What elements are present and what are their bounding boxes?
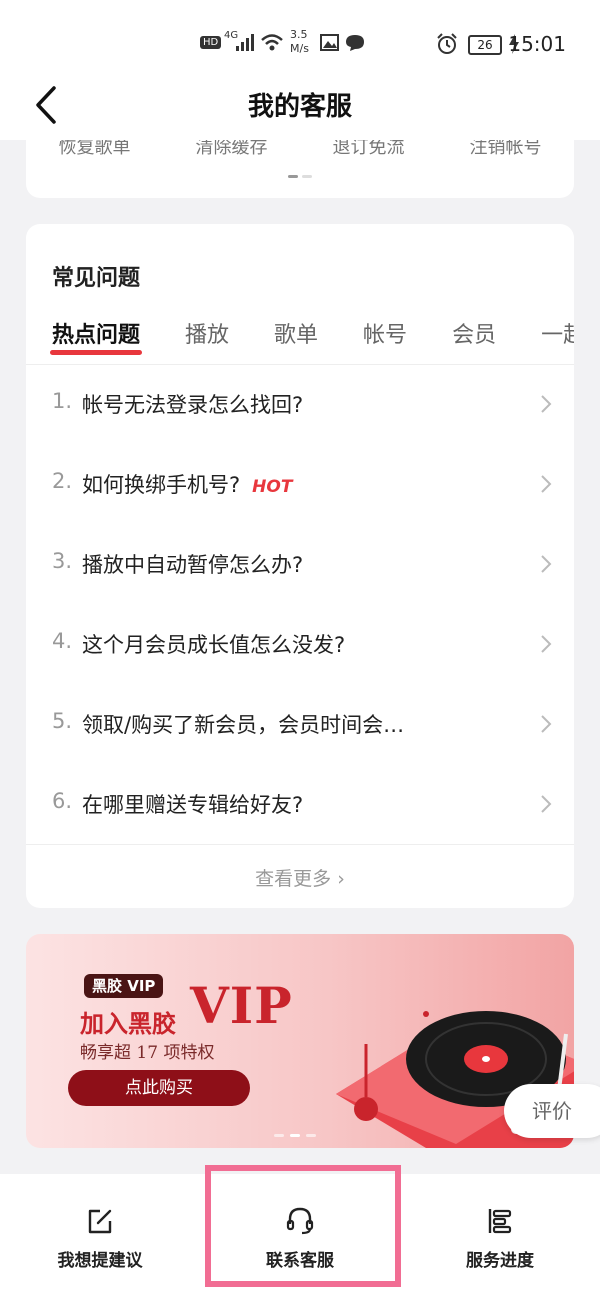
contact-service-button[interactable]: 联系客服 (200, 1174, 400, 1300)
question-number: 4. (52, 629, 73, 653)
question-item[interactable]: 6. 在哪里赠送专辑给好友? (26, 764, 574, 844)
suggestion-label: 我想提建议 (57, 1251, 143, 1271)
question-item[interactable]: 3. 播放中自动暂停怎么办? (26, 524, 574, 604)
banner-page-indicator (274, 1134, 316, 1137)
clock: 15:01 (508, 32, 566, 56)
question-text: 领取/购买了新会员，会员时间会… (82, 713, 405, 737)
service-progress-button[interactable]: 服务进度 (400, 1174, 600, 1300)
question-item[interactable]: 5. 领取/购买了新会员，会员时间会… (26, 684, 574, 764)
battery-indicator: 26 (468, 35, 502, 55)
page-dot (302, 175, 312, 178)
page-dot (290, 1134, 300, 1137)
question-list: 1. 帐号无法登录怎么找回? 2. 如何换绑手机号? HOT 3. 播放中自动暂停… (26, 364, 574, 844)
question-text: 在哪里赠送专辑给好友? (82, 793, 304, 817)
page-dot (306, 1134, 316, 1137)
net-speed: 3.5 M/s (290, 28, 309, 55)
view-more-link[interactable]: 查看更多 › (26, 864, 574, 891)
page-dot (274, 1134, 284, 1137)
tab-membership[interactable]: 会员 (452, 317, 496, 349)
vip-headline-big: VIP (190, 976, 293, 1035)
signal-icon (236, 34, 254, 51)
rate-button[interactable]: 评价 (504, 1084, 600, 1138)
nav-bar: 我的客服 (0, 80, 600, 140)
vip-banner[interactable]: 黑胶 VIP 加入黑胶 VIP 畅享超 17 项特权 点此购买 (26, 934, 574, 1148)
hd-indicator: HD (200, 36, 222, 49)
faq-tabs: 热点问题 播放 歌单 帐号 会员 一起 (49, 317, 574, 355)
chevron-right-icon (541, 635, 552, 653)
vip-headline: 加入黑胶 (80, 1009, 176, 1038)
wifi-icon (261, 34, 283, 51)
tab-playlist[interactable]: 歌单 (274, 317, 318, 349)
buy-button[interactable]: 点此购买 (68, 1070, 250, 1106)
alarm-icon (437, 33, 457, 54)
service-progress-label: 服务进度 (466, 1251, 534, 1271)
question-text: 这个月会员成长值怎么没发? (82, 633, 346, 657)
status-bar: HD 4G 3.5 M/s 26 15:01 (0, 0, 600, 80)
tab-together[interactable]: 一起 (541, 317, 574, 349)
question-number: 3. (52, 549, 73, 573)
edit-icon (88, 1209, 112, 1234)
page-title: 我的客服 (247, 92, 352, 122)
tab-account[interactable]: 帐号 (363, 317, 407, 349)
question-text-wrap: 如何换绑手机号? HOT (82, 469, 292, 499)
chevron-right-icon (541, 475, 552, 493)
question-number: 5. (52, 709, 73, 733)
page-dot (288, 175, 298, 178)
question-item[interactable]: 2. 如何换绑手机号? HOT (26, 444, 574, 524)
hot-badge: HOT (252, 477, 293, 497)
tab-playback[interactable]: 播放 (185, 317, 229, 349)
image-notification-icon (320, 34, 339, 51)
chevron-right-icon (541, 715, 552, 733)
question-item[interactable]: 4. 这个月会员成长值怎么没发? (26, 604, 574, 684)
vip-subtitle: 畅享超 17 项特权 (80, 1043, 215, 1063)
question-number: 6. (52, 789, 73, 813)
question-number: 1. (52, 389, 73, 413)
headset-icon (286, 1207, 314, 1235)
chevron-right-icon (541, 795, 552, 813)
faq-title: 常见问题 (52, 266, 141, 291)
contact-service-label: 联系客服 (266, 1251, 334, 1271)
chevron-right-icon (541, 555, 552, 573)
page-indicator (288, 175, 312, 178)
question-text: 帐号无法登录怎么找回? (82, 393, 304, 417)
chevron-right-icon (541, 395, 552, 413)
vip-badge: 黑胶 VIP (84, 974, 164, 998)
divider (26, 844, 574, 845)
question-text: 如何换绑手机号? (82, 473, 241, 497)
question-item[interactable]: 1. 帐号无法登录怎么找回? (26, 364, 574, 444)
message-notification-icon (346, 35, 364, 51)
question-number: 2. (52, 469, 73, 493)
progress-list-icon (488, 1209, 512, 1234)
question-text: 播放中自动暂停怎么办? (82, 553, 304, 577)
faq-card: 常见问题 热点问题 播放 歌单 帐号 会员 一起 1. 帐号无法登录怎么找回? … (26, 224, 574, 908)
suggestion-button[interactable]: 我想提建议 (0, 1174, 200, 1300)
tab-hot-questions[interactable]: 热点问题 (49, 317, 143, 355)
bottom-nav: 我想提建议 联系客服 服务进度 (0, 1174, 600, 1300)
